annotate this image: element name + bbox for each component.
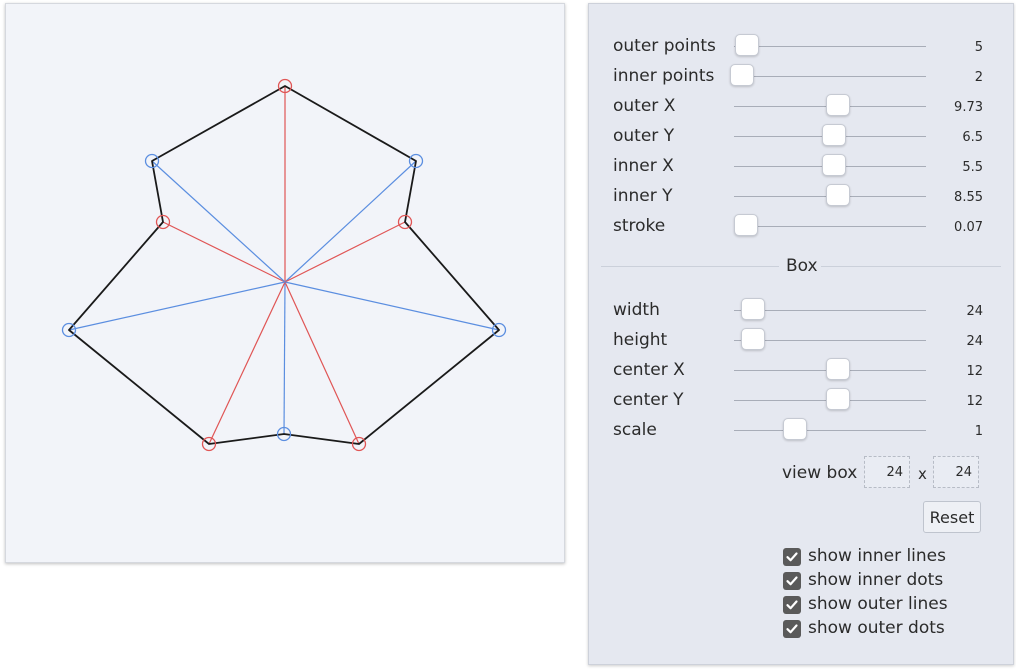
scale-slider-thumb[interactable] (783, 418, 808, 440)
outer-y-value: 6.5 (962, 130, 983, 145)
outer-line (151, 160, 286, 283)
stroke-slider-row: stroke 0.07 (589, 212, 1015, 242)
scale-slider[interactable] (734, 430, 926, 431)
outer-line (68, 281, 286, 331)
checkmark-icon (786, 624, 798, 634)
outer-y-slider-thumb[interactable] (821, 124, 846, 146)
outer-points-slider-thumb[interactable] (735, 34, 760, 56)
inner-y-slider-thumb[interactable] (825, 184, 850, 206)
center-x-label: center X (613, 360, 685, 380)
width-value: 24 (966, 304, 983, 319)
height-slider-row: height 24 (589, 326, 1015, 356)
show-inner-lines-label: show inner lines (808, 546, 947, 566)
width-slider-row: width 24 (589, 296, 1015, 326)
show-outer-dots-checkbox[interactable] (783, 620, 801, 638)
inner-points-value: 2 (974, 70, 983, 85)
outer-y-slider-row: outer Y 6.5 (589, 122, 1015, 152)
outer-x-slider-thumb[interactable] (825, 94, 850, 116)
inner-line (284, 221, 406, 283)
inner-line (208, 281, 286, 445)
checkmark-icon (786, 600, 798, 610)
outer-y-label: outer Y (613, 126, 675, 146)
inner-points-slider[interactable] (734, 76, 926, 77)
center-y-slider-thumb[interactable] (825, 388, 850, 410)
inner-line (162, 221, 286, 283)
inner-x-label: inner X (613, 156, 674, 176)
view-box-width-input[interactable]: 24 (864, 456, 910, 488)
inner-y-slider-row: inner Y 8.55 (589, 182, 1015, 212)
scale-slider-row: scale 1 (589, 416, 1015, 446)
checkmark-icon (786, 552, 798, 562)
inner-line (284, 281, 360, 445)
inner-y-label: inner Y (613, 186, 673, 206)
center-x-slider-row: center X 12 (589, 356, 1015, 386)
reset-button[interactable]: Reset (923, 501, 981, 533)
inner-y-value: 8.55 (954, 190, 983, 205)
scale-label: scale (613, 420, 657, 440)
center-x-slider-thumb[interactable] (825, 358, 850, 380)
height-slider-thumb[interactable] (741, 328, 766, 350)
view-box-height-input[interactable]: 24 (933, 456, 979, 488)
inner-x-value: 5.5 (962, 160, 983, 175)
outer-line (284, 281, 500, 331)
inner-x-slider-thumb[interactable] (821, 154, 846, 176)
stroke-label: stroke (613, 216, 666, 236)
outer-x-value: 9.73 (954, 100, 983, 115)
outer-x-slider-row: outer X 9.73 (589, 92, 1015, 122)
show-outer-lines-label: show outer lines (808, 594, 948, 614)
center-y-value: 12 (966, 394, 983, 409)
width-slider-thumb[interactable] (741, 298, 766, 320)
stroke-slider[interactable] (734, 226, 926, 227)
center-y-slider-row: center Y 12 (589, 386, 1015, 416)
show-inner-dots-checkbox[interactable] (783, 572, 801, 590)
show-inner-dots-label: show inner dots (808, 570, 944, 590)
view-box-separator: x (918, 465, 927, 483)
stroke-slider-thumb[interactable] (733, 214, 758, 236)
height-value: 24 (966, 334, 983, 349)
checkmark-icon (786, 576, 798, 586)
height-label: height (613, 330, 668, 350)
width-label: width (613, 300, 660, 320)
inner-points-slider-row: inner points 2 (589, 62, 1015, 92)
show-inner-lines-checkbox[interactable] (783, 548, 801, 566)
box-divider-right (821, 266, 1001, 267)
outer-x-label: outer X (613, 96, 676, 116)
outer-points-label: outer points (613, 36, 716, 56)
star-preview-canvas (5, 3, 565, 563)
view-box-label: view box (782, 463, 858, 483)
center-y-label: center Y (613, 390, 684, 410)
box-divider-left (601, 266, 779, 267)
outer-line (284, 160, 417, 283)
outer-points-slider-row: outer points 5 (589, 32, 1015, 62)
inner-points-label: inner points (613, 66, 715, 86)
center-x-value: 12 (966, 364, 983, 379)
star-shape (61, 78, 507, 452)
outer-points-slider[interactable] (734, 46, 926, 47)
controls-panel: outer points 5 inner points 2 outer X 9.73 out… (588, 3, 1014, 665)
stroke-value: 0.07 (954, 220, 983, 235)
box-section-title: Box (786, 256, 818, 276)
inner-points-slider-thumb[interactable] (729, 64, 754, 86)
show-outer-lines-checkbox[interactable] (783, 596, 801, 614)
inner-x-slider-row: inner X 5.5 (589, 152, 1015, 182)
outer-points-value: 5 (974, 40, 983, 55)
scale-value: 1 (974, 424, 983, 439)
outer-line (283, 281, 286, 435)
show-outer-dots-label: show outer dots (808, 618, 945, 638)
